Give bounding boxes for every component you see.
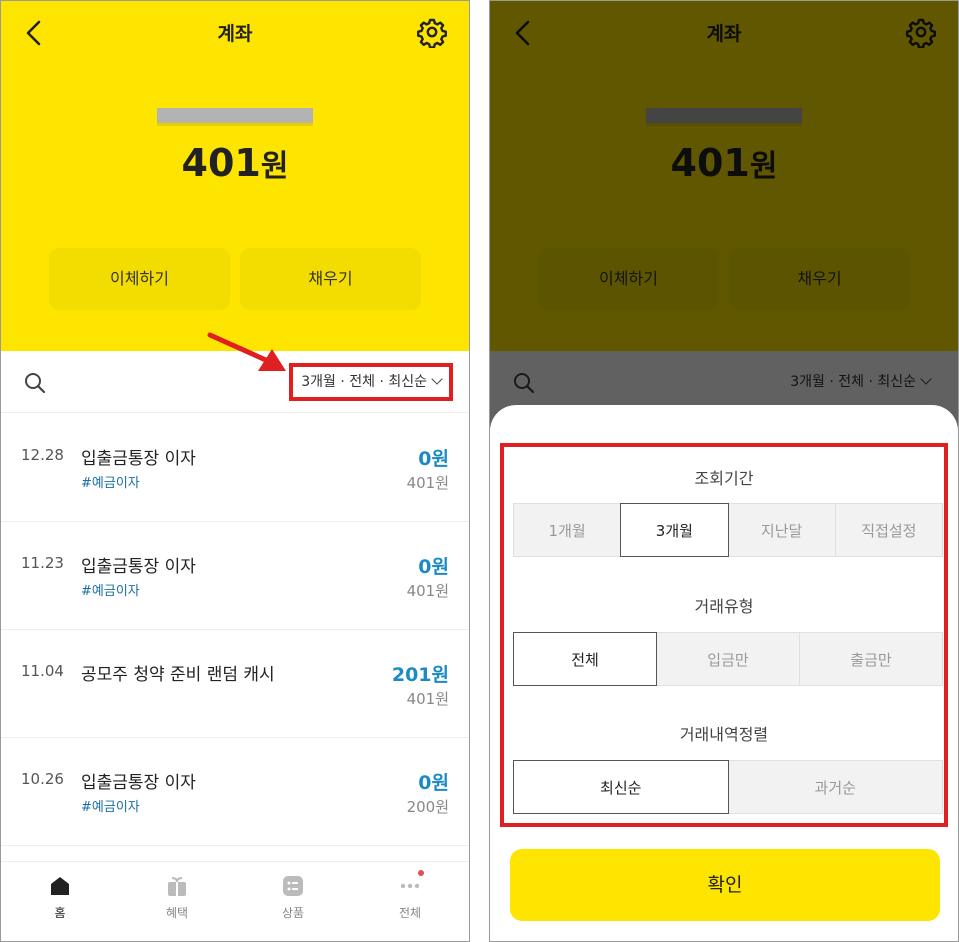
period-option-3m[interactable]: 3개월 — [620, 503, 729, 557]
balance-amount: 401원 — [181, 141, 289, 185]
period-option-custom[interactable]: 직접설정 — [834, 503, 943, 557]
table-row[interactable]: 12.28 입출금통장 이자 #예금이자 0원 401원 — [1, 414, 469, 522]
more-icon — [400, 883, 420, 889]
account-screen-filter-open: 계좌 401원 이체하기 채우기 3개월 · 전체 · 최신순 조회기간 1개월… — [489, 0, 959, 942]
transfer-button[interactable]: 이체하기 — [49, 248, 230, 310]
red-arrow-annotation — [207, 332, 286, 371]
nav-all[interactable]: 전체 — [370, 870, 450, 921]
type-option-deposit[interactable]: 입금만 — [656, 632, 800, 686]
sort-title: 거래내역정렬 — [679, 725, 769, 744]
confirm-button[interactable]: 확인 — [510, 849, 940, 921]
table-row[interactable]: 10.26 입출금통장 이자 #예금이자 0원 200원 — [1, 738, 469, 846]
type-selector: 전체 입금만 출금만 — [513, 632, 943, 686]
table-row[interactable]: 11.23 입출금통장 이자 #예금이자 0원 401원 — [1, 522, 469, 630]
nav-products[interactable]: 상품 — [253, 874, 333, 921]
chevron-down-icon — [431, 373, 443, 385]
filter-bottom-sheet: 조회기간 1개월 3개월 지난달 직접설정 거래유형 전체 입금만 출금만 거래… — [490, 405, 958, 941]
nav-home[interactable]: 홈 — [20, 874, 100, 921]
notification-dot — [418, 870, 424, 876]
period-option-last-month[interactable]: 지난달 — [727, 503, 836, 557]
gear-icon[interactable] — [417, 16, 447, 48]
home-icon — [51, 877, 69, 895]
highlight-box-annotation: 조회기간 1개월 3개월 지난달 직접설정 거래유형 전체 입금만 출금만 거래… — [500, 443, 948, 827]
account-name-redacted — [157, 108, 313, 126]
period-title: 조회기간 — [694, 469, 754, 488]
gift-icon — [168, 877, 186, 896]
fill-button[interactable]: 채우기 — [240, 248, 421, 310]
filter-label: 3개월 · 전체 · 최신순 — [301, 374, 427, 390]
sort-option-oldest[interactable]: 과거순 — [727, 760, 943, 814]
type-option-all[interactable]: 전체 — [513, 632, 657, 686]
nav-benefits[interactable]: 혜택 — [137, 874, 217, 921]
type-option-withdraw[interactable]: 출금만 — [799, 632, 943, 686]
top-bar: 계좌 — [1, 1, 469, 65]
filter-dropdown[interactable]: 3개월 · 전체 · 최신순 — [289, 363, 453, 401]
page-title: 계좌 — [217, 23, 253, 45]
sort-option-newest[interactable]: 최신순 — [513, 760, 729, 814]
list-icon — [283, 876, 303, 896]
sort-selector: 최신순 과거순 — [513, 760, 943, 814]
type-title: 거래유형 — [694, 597, 754, 616]
table-row[interactable]: 11.04 공모주 청약 준비 랜덤 캐시 201원 401원 — [1, 630, 469, 738]
period-selector: 1개월 3개월 지난달 직접설정 — [513, 503, 943, 557]
bottom-nav: 홈 혜택 상품 전체 — [1, 861, 469, 941]
account-header: 계좌 401원 이체하기 채우기 — [1, 1, 469, 351]
period-option-1m[interactable]: 1개월 — [513, 503, 622, 557]
account-screen: 계좌 401원 이체하기 채우기 3개월 · 전체 · 최신순 12.28 입출… — [0, 0, 470, 942]
search-icon[interactable] — [23, 371, 47, 395]
